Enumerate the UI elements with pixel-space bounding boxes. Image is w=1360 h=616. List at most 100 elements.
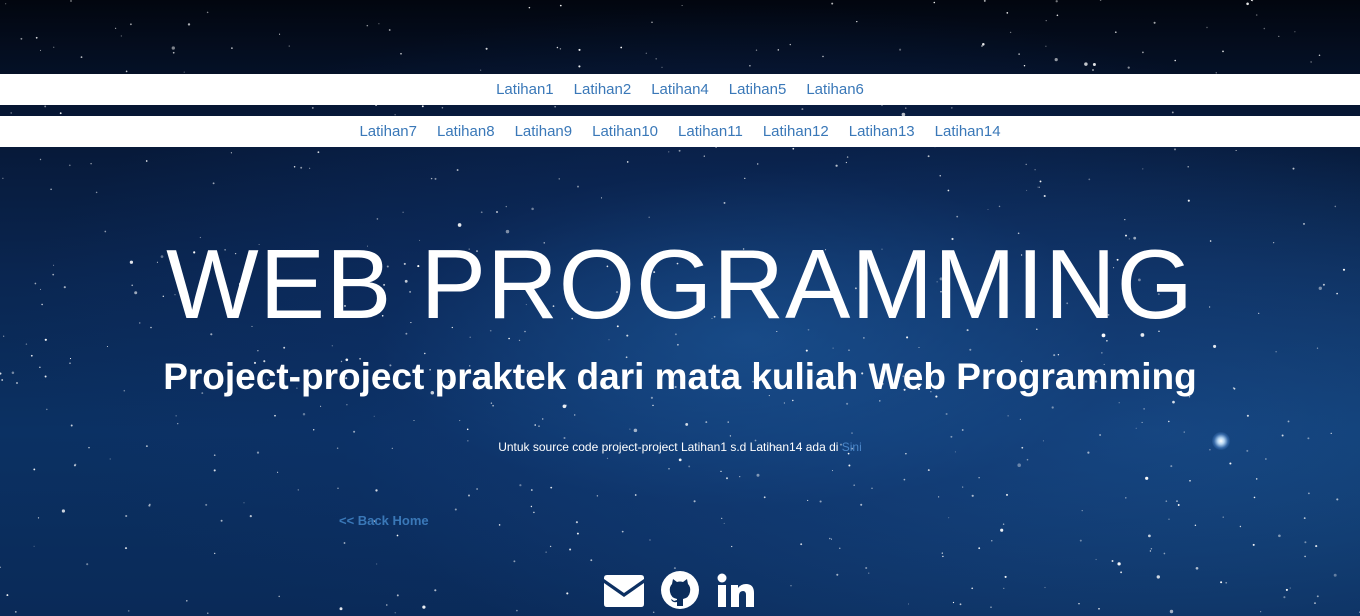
star: [606, 457, 609, 460]
star: [947, 189, 950, 192]
star: [1174, 59, 1176, 62]
nav-link-latihan9[interactable]: Latihan9: [505, 123, 583, 140]
star: [678, 149, 681, 152]
linkedin-icon[interactable]: [714, 570, 758, 610]
star: [792, 147, 795, 150]
nav-link-latihan11[interactable]: Latihan11: [668, 123, 753, 140]
nav-link-latihan12[interactable]: Latihan12: [753, 123, 839, 140]
star: [1099, 434, 1102, 436]
star: [492, 404, 494, 407]
star: [44, 105, 47, 108]
star: [961, 429, 964, 431]
nav-link-latihan8[interactable]: Latihan8: [427, 123, 505, 140]
star: [1005, 493, 1009, 496]
star: [20, 37, 23, 40]
star: [1318, 54, 1321, 57]
star: [50, 188, 52, 191]
nav-link-latihan7[interactable]: Latihan7: [349, 123, 427, 140]
nav-link-latihan14[interactable]: Latihan14: [925, 123, 1011, 140]
nav-link-latihan1[interactable]: Latihan1: [486, 81, 564, 98]
github-icon[interactable]: [658, 570, 702, 610]
star: [46, 408, 48, 411]
star: [109, 458, 111, 460]
star: [950, 435, 953, 438]
star: [317, 151, 320, 154]
envelope-icon[interactable]: [602, 570, 646, 610]
star: [962, 486, 964, 488]
star: [302, 413, 306, 416]
star: [550, 486, 553, 489]
star: [145, 160, 148, 162]
star: [688, 465, 691, 468]
star: [939, 175, 941, 177]
star: [1316, 347, 1319, 349]
star: [187, 23, 191, 26]
star: [789, 43, 791, 46]
star: [231, 47, 233, 49]
star: [739, 475, 741, 478]
star: [124, 547, 128, 550]
star: [346, 404, 348, 406]
star: [1124, 218, 1126, 221]
star: [1143, 408, 1145, 410]
star: [421, 105, 424, 108]
star: [213, 469, 216, 472]
star: [596, 495, 599, 497]
star: [1118, 402, 1120, 404]
star: [279, 33, 281, 35]
star: [1189, 479, 1191, 482]
nav-link-latihan6[interactable]: Latihan6: [796, 81, 874, 98]
star: [1037, 186, 1039, 188]
star: [1246, 414, 1249, 417]
star: [1054, 58, 1058, 62]
star: [1194, 524, 1197, 527]
star: [899, 48, 902, 51]
star: [366, 24, 369, 27]
source-code-link[interactable]: Sini: [842, 440, 862, 454]
star: [309, 167, 311, 169]
star: [978, 547, 981, 550]
star: [563, 436, 566, 440]
star: [1023, 64, 1026, 67]
star: [1176, 500, 1178, 502]
nav-link-latihan13[interactable]: Latihan13: [839, 123, 925, 140]
star: [1148, 534, 1151, 538]
star: [549, 545, 552, 548]
star: [652, 404, 654, 407]
star: [373, 415, 375, 417]
back-home-link[interactable]: << Back Home: [339, 513, 429, 528]
star: [578, 48, 581, 51]
star: [991, 540, 993, 542]
star: [1294, 31, 1296, 33]
star: [720, 470, 722, 473]
star: [856, 20, 858, 23]
star: [559, 4, 562, 7]
star: [1095, 558, 1097, 561]
star: [1275, 351, 1277, 353]
star: [533, 511, 535, 514]
star: [577, 185, 579, 188]
star: [1017, 463, 1021, 467]
nav-link-latihan4[interactable]: Latihan4: [641, 81, 719, 98]
star: [942, 555, 944, 558]
star: [978, 477, 980, 479]
star: [800, 543, 803, 546]
star: [801, 108, 804, 111]
nav-link-latihan2[interactable]: Latihan2: [564, 81, 642, 98]
star: [1088, 178, 1091, 181]
star: [562, 404, 567, 409]
star: [948, 517, 950, 519]
star: [600, 197, 603, 199]
star: [987, 208, 989, 211]
star: [274, 414, 276, 417]
star: [39, 158, 42, 161]
star: [634, 494, 637, 496]
star: [830, 538, 833, 540]
nav-link-latihan5[interactable]: Latihan5: [719, 81, 797, 98]
star: [1310, 61, 1312, 63]
star: [1084, 62, 1088, 66]
nav-link-latihan10[interactable]: Latihan10: [582, 123, 668, 140]
star: [865, 566, 868, 570]
star: [538, 425, 540, 427]
star: [1187, 165, 1189, 168]
